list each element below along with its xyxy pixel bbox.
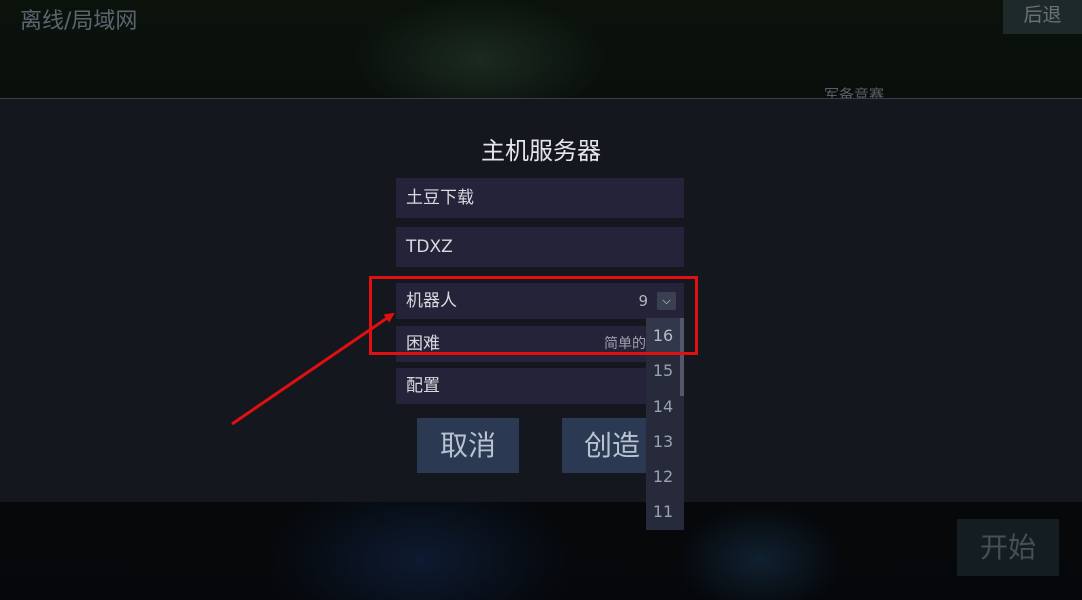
annotation-arrow-icon xyxy=(231,312,395,426)
